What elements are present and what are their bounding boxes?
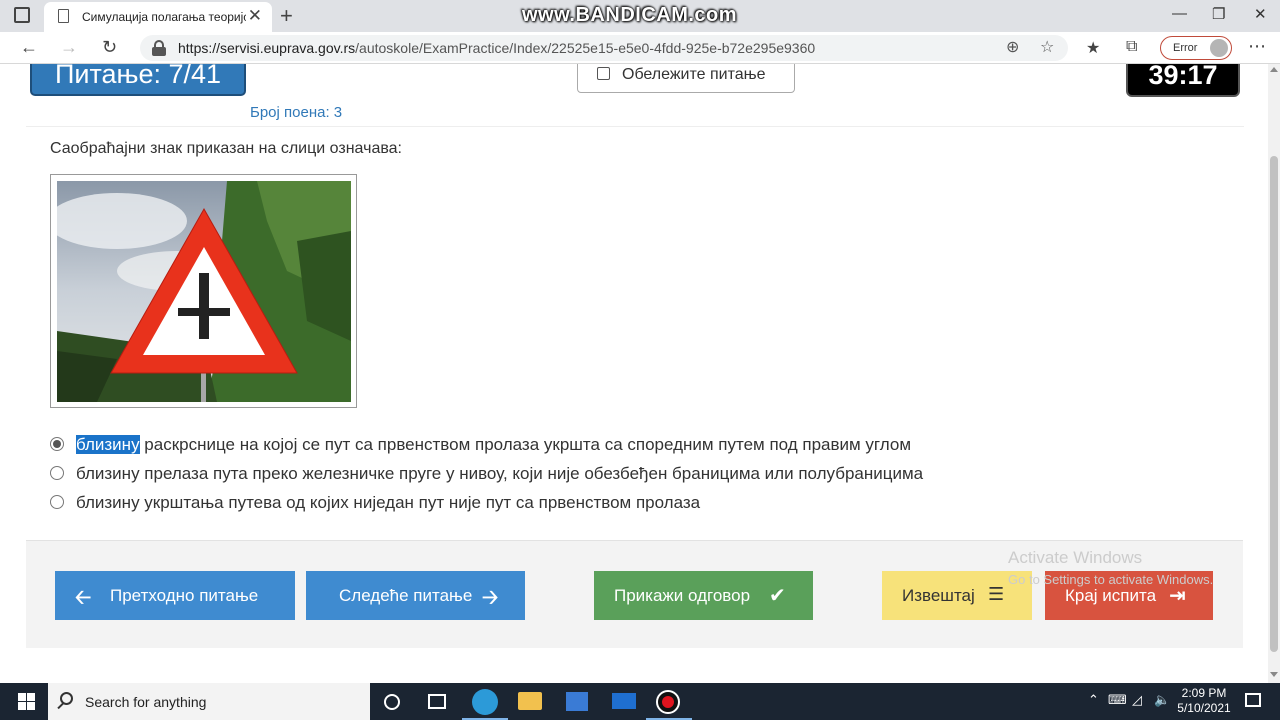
mark-question-label: Обележите питање (622, 66, 766, 83)
answer-option-1[interactable]: близину раскрснице на којој се пут са пр… (50, 432, 1050, 456)
more-icon[interactable]: ⋯ (1248, 36, 1266, 57)
taskbar-clock[interactable]: 2:09 PM 5/10/2021 (1176, 686, 1232, 716)
cortana-icon[interactable] (384, 694, 400, 710)
scroll-thumb[interactable] (1270, 156, 1278, 652)
add-favorite-icon[interactable]: ☆ (1040, 37, 1054, 57)
forward-icon[interactable]: → (60, 37, 78, 58)
windows-start-icon[interactable] (18, 693, 35, 710)
search-icon (60, 692, 73, 705)
file-explorer-icon[interactable] (518, 692, 542, 710)
url-field[interactable]: https://servisi.euprava.gov.rs/autoskole… (140, 35, 1068, 61)
arrow-left-icon: 🡠 (75, 587, 92, 609)
refresh-icon[interactable]: ↻ (102, 37, 117, 58)
input-method-icon[interactable]: ⌨ (1108, 692, 1127, 708)
mark-question-control[interactable]: Обележите питање (577, 64, 795, 93)
answer-radio-1[interactable] (50, 437, 64, 451)
new-tab-icon[interactable]: + (280, 3, 293, 29)
zoom-icon[interactable]: ⊕ (1006, 37, 1019, 57)
tab-actions-icon[interactable] (14, 7, 30, 23)
close-window-icon[interactable]: ✕ (1254, 5, 1267, 23)
url-text[interactable]: https://servisi.euprava.gov.rs/autoskole… (178, 40, 815, 56)
arrow-right-icon: 🡢 (482, 587, 499, 609)
back-icon[interactable]: ← (20, 37, 38, 58)
page-scrollbar[interactable] (1268, 64, 1280, 683)
answer-option-2[interactable]: близину прелаза пута преко железничке пр… (50, 461, 1050, 485)
taskbar: Search for anything ⌃ ⌨ ◿ 🔈 2:09 PM 5/10… (0, 683, 1280, 720)
answer-text-2: близину прелаза пута преко железничке пр… (76, 464, 924, 483)
store-icon[interactable] (566, 692, 588, 711)
close-tab-icon[interactable]: ✕ (248, 6, 262, 26)
next-question-button[interactable]: Следеће питање 🡢 (306, 571, 525, 620)
profile-error-button[interactable]: Error (1160, 36, 1232, 60)
bandicam-record-icon[interactable] (656, 690, 680, 714)
edge-browser-icon[interactable] (472, 689, 498, 715)
tab-title: Симулација полагања теоријск (82, 10, 246, 24)
network-icon[interactable]: ◿ (1132, 692, 1142, 708)
lock-icon[interactable] (152, 40, 166, 56)
points-label: Број поена: 3 (250, 104, 343, 121)
activate-windows-watermark: Activate Windows Go to Settings to activ… (1008, 548, 1214, 587)
taskbar-search-placeholder: Search for anything (85, 694, 207, 710)
answer-radio-2[interactable] (50, 466, 64, 480)
scroll-up-icon[interactable] (1270, 67, 1278, 72)
browser-tab[interactable]: Симулација полагања теоријск ✕ (44, 2, 272, 32)
question-image (50, 174, 357, 408)
task-view-icon[interactable] (428, 694, 446, 709)
collections-icon[interactable]: ⧉ (1126, 38, 1137, 56)
page-content: Питање: 7/41 Број поена: 3 Обележите пит… (0, 64, 1268, 683)
answer-radio-3[interactable] (50, 495, 64, 509)
answer-option-3[interactable]: близину укрштања путева од којих ниједан… (50, 490, 1050, 514)
favorites-icon[interactable]: ★ (1086, 38, 1100, 58)
browser-tab-bar: Симулација полагања теоријск ✕ + www.BAN… (0, 0, 1280, 32)
taskbar-search-box[interactable]: Search for anything (48, 683, 370, 720)
address-bar: ← → ↻ https://servisi.euprava.gov.rs/aut… (0, 32, 1280, 64)
volume-icon[interactable]: 🔈 (1154, 692, 1170, 708)
page-icon (58, 9, 69, 23)
checkmark-icon: ✔ (769, 585, 786, 607)
mail-icon[interactable] (612, 693, 636, 709)
question-counter: Питање: 7/41 (30, 64, 246, 96)
show-answer-button[interactable]: Прикажи одговор ✔ (594, 571, 813, 620)
question-text: Саобраћајни знак приказан на слици означ… (50, 140, 402, 157)
recorder-watermark: www.BANDICAM.com (522, 4, 738, 26)
maximize-icon[interactable]: ❐ (1212, 5, 1225, 23)
scroll-down-icon[interactable] (1270, 672, 1278, 677)
divider (26, 126, 1244, 127)
answer-text-3: близину укрштања путева од којих ниједан… (76, 493, 701, 512)
mark-question-checkbox[interactable] (597, 67, 610, 80)
traffic-sign-photo (57, 181, 351, 402)
previous-question-button[interactable]: 🡠 Претходно питање (55, 571, 295, 620)
tray-chevron-icon[interactable]: ⌃ (1088, 692, 1099, 708)
exam-timer: 39:17 (1126, 64, 1240, 97)
notifications-icon[interactable] (1245, 693, 1261, 707)
avatar (1210, 39, 1228, 57)
answer-text-1: близину раскрснице на којој се пут са пр… (76, 435, 912, 454)
minimize-icon[interactable]: — (1172, 5, 1187, 22)
list-icon: ☰ (988, 584, 1005, 604)
